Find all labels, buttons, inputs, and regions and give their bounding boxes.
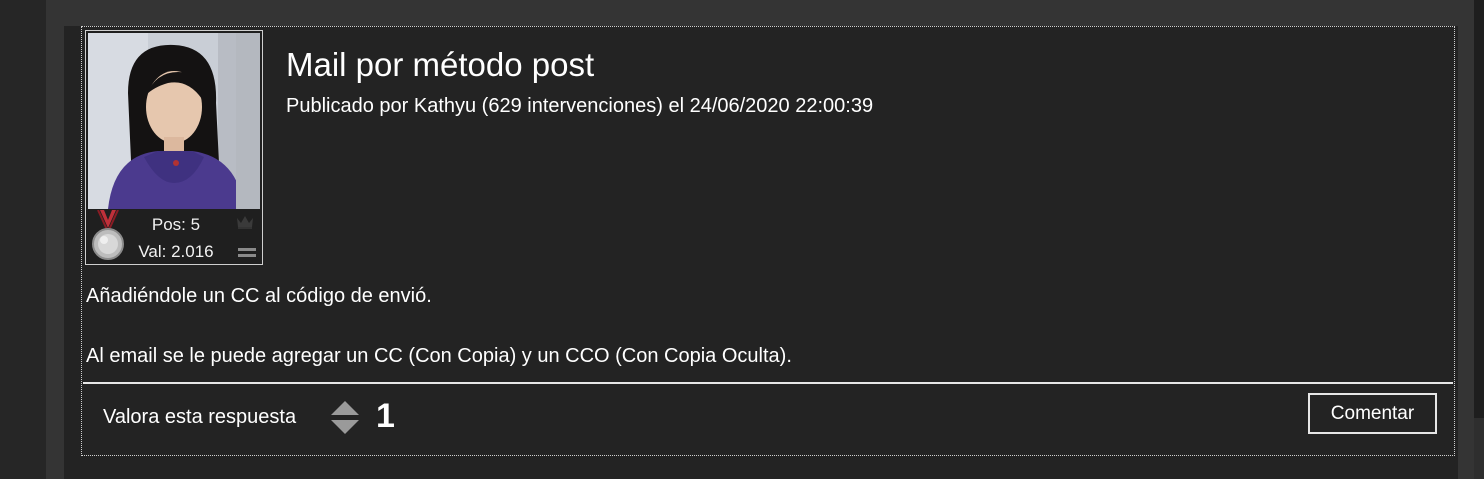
silver-medal-icon (88, 209, 128, 262)
author-value: Val: 2.016 (138, 242, 214, 261)
post-body-line: Al email se le puede agregar un CC (Con … (86, 345, 792, 367)
comment-button-label: Comentar (1330, 402, 1415, 424)
crown-icon (236, 214, 254, 230)
author-position: Pos: 5 (151, 215, 201, 234)
arrow-up-icon[interactable] (330, 400, 360, 416)
comment-button[interactable]: Comentar (1308, 393, 1437, 434)
post-meta: Publicado por Kathyu (629 intervenciones… (286, 95, 874, 117)
rating-label: Valora esta respuesta (103, 406, 297, 428)
left-margin (0, 0, 46, 479)
scrollbar-thumb[interactable] (1474, 418, 1484, 479)
post-card: Pos: 5 Val: 2.016 Mail por método post P… (81, 26, 1455, 456)
author-card[interactable]: Pos: 5 Val: 2.016 (85, 30, 263, 265)
vote-count: 1 (376, 397, 395, 435)
equal-icon (237, 245, 257, 259)
post-title: Mail por método post (286, 46, 595, 83)
forum-page: Pos: 5 Val: 2.016 Mail por método post P… (0, 0, 1484, 479)
divider (83, 382, 1453, 384)
scrollbar-track[interactable] (1474, 0, 1484, 479)
arrow-down-icon[interactable] (330, 419, 360, 435)
author-avatar[interactable] (88, 33, 260, 209)
post-body-line: Añadiéndole un CC al código de envió. (86, 285, 432, 307)
